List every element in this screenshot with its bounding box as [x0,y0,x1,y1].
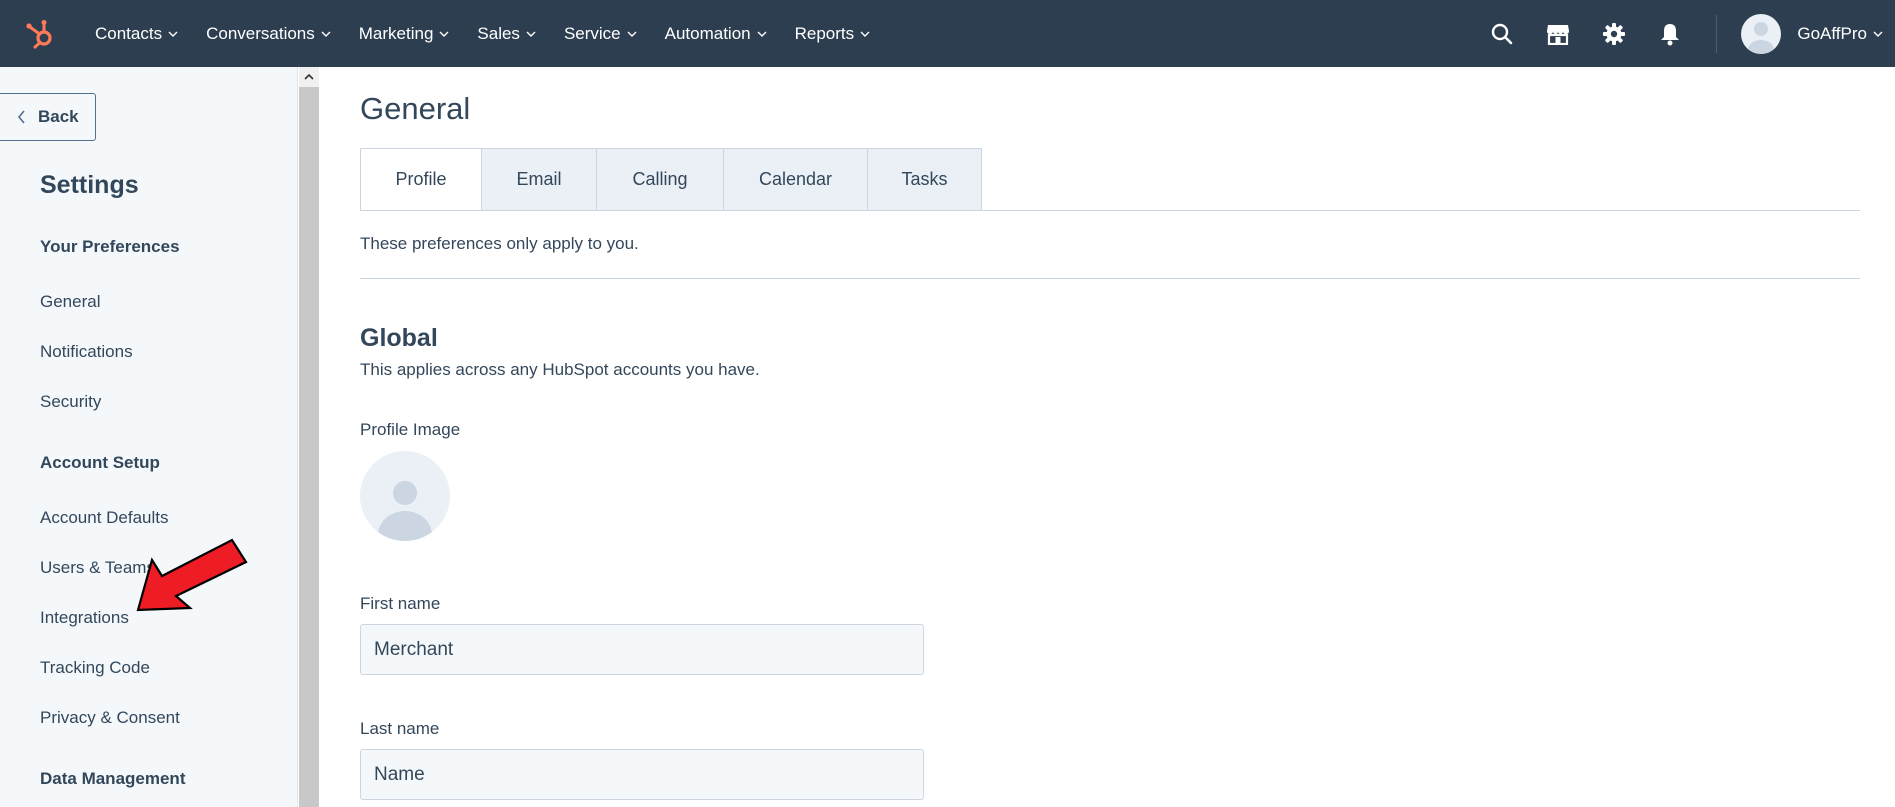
main-menu: Contacts Conversations Marketing Sales S… [95,0,898,67]
settings-gear-icon[interactable] [1586,0,1642,67]
chevron-down-icon [526,29,536,39]
account-menu[interactable]: GoAffPro [1741,13,1883,54]
main-content: General Profile Email Calling Calendar T… [360,67,1860,807]
notifications-bell-icon[interactable] [1642,0,1698,67]
back-button[interactable]: Back [0,93,96,141]
back-label: Back [38,107,79,126]
tab-profile[interactable]: Profile [360,148,482,211]
group-your-preferences: Your Preferences [40,237,180,256]
nav-conversations[interactable]: Conversations [206,0,331,67]
global-section-description: This applies across any HubSpot accounts… [360,360,760,379]
chevron-down-icon [168,29,178,39]
sidebar-item-account-defaults[interactable]: Account Defaults [40,508,169,528]
sidebar-item-tracking-code[interactable]: Tracking Code [40,658,150,678]
tab-email[interactable]: Email [482,148,597,211]
chevron-down-icon [757,29,767,39]
sidebar-item-general[interactable]: General [40,292,100,312]
nav-label: Reports [794,23,855,43]
sidebar-item-notifications[interactable]: Notifications [40,342,133,362]
chevron-down-icon [1873,29,1883,39]
tabs-divider [360,210,1860,211]
preferences-note: These preferences only apply to you. [360,234,639,253]
global-section-title: Global [360,324,438,352]
tab-list: Profile Email Calling Calendar Tasks [360,148,982,211]
sidebar-item-privacy-consent[interactable]: Privacy & Consent [40,708,180,728]
nav-service[interactable]: Service [564,0,637,67]
profile-image-avatar[interactable] [360,451,450,541]
chevron-left-icon [17,110,26,124]
avatar [1741,13,1782,54]
settings-sidebar: Back Settings Your Preferences General N… [0,67,298,807]
sidebar-scrollbar[interactable] [299,67,319,807]
chevron-down-icon [860,29,870,39]
last-name-label: Last name [360,719,440,738]
nav-label: Automation [664,23,751,43]
nav-label: Sales [477,23,520,43]
nav-sales[interactable]: Sales [477,0,536,67]
chevron-down-icon [321,29,331,39]
annotation-arrow-icon [136,538,248,612]
sidebar-item-security[interactable]: Security [40,392,101,412]
nav-contacts[interactable]: Contacts [95,0,178,67]
page-title: General [360,91,471,126]
nav-reports[interactable]: Reports [795,0,871,67]
chevron-down-icon [627,29,637,39]
nav-label: Service [563,23,621,43]
scroll-up-arrow-icon[interactable] [299,67,319,87]
account-name: GoAffPro [1797,23,1867,43]
tab-calling[interactable]: Calling [597,148,724,211]
sidebar-item-integrations[interactable]: Integrations [40,608,129,628]
group-account-setup: Account Setup [40,453,160,472]
tab-calendar[interactable]: Calendar [724,148,868,211]
nav-label: Conversations [206,23,315,43]
search-icon[interactable] [1474,0,1530,67]
nav-utilities: GoAffPro [1474,0,1895,67]
chevron-down-icon [439,29,449,39]
section-divider [360,278,1860,279]
last-name-field[interactable] [360,749,924,800]
nav-divider [1716,14,1718,53]
nav-automation[interactable]: Automation [665,0,767,67]
nav-label: Contacts [95,23,163,43]
first-name-field[interactable] [360,624,924,675]
profile-image-label: Profile Image [360,420,461,439]
top-navigation-bar: Contacts Conversations Marketing Sales S… [0,0,1895,67]
settings-title: Settings [40,171,139,199]
first-name-label: First name [360,594,441,613]
tab-tasks[interactable]: Tasks [868,148,982,211]
nav-label: Marketing [358,23,434,43]
marketplace-icon[interactable] [1530,0,1586,67]
hubspot-logo-icon[interactable] [20,14,60,54]
nav-marketing[interactable]: Marketing [359,0,450,67]
group-data-management: Data Management [40,769,186,788]
